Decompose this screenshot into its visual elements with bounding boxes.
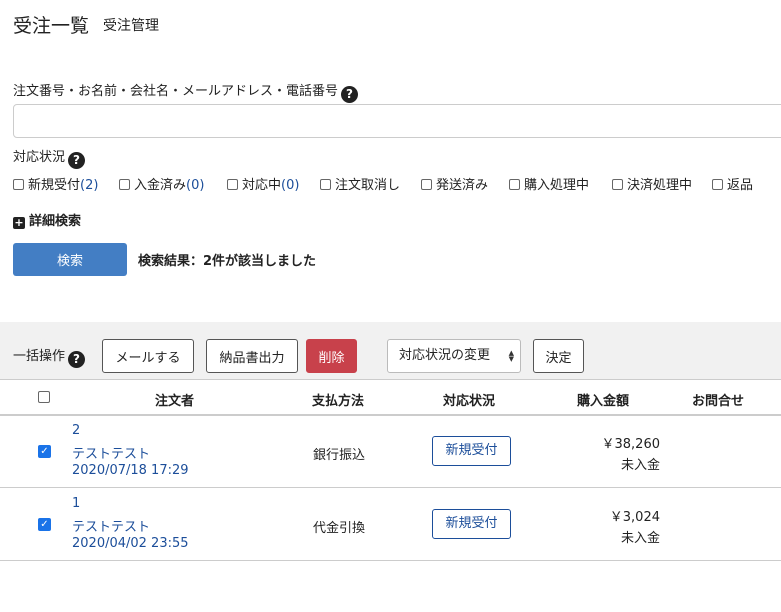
header-payment[interactable]: 支払方法 <box>312 390 364 409</box>
keyword-label: 注文番号・お名前・会社名・メールアドレス・電話番号? <box>13 80 359 103</box>
checkbox[interactable] <box>509 179 520 190</box>
payment-method: 銀行振込 <box>313 448 366 463</box>
search-button[interactable]: 検索 <box>13 243 127 276</box>
status-filter-in-progress[interactable]: 対応中(0) <box>227 174 299 193</box>
header-amount[interactable]: 購入金額 <box>577 390 629 409</box>
order-number-link[interactable]: 2 <box>72 423 80 438</box>
status-filter-cancelled[interactable]: 注文取消し <box>320 174 400 193</box>
checkbox[interactable] <box>119 179 130 190</box>
orders-table: 注文者 支払方法 対応状況 購入金額 お問合せ ✓ 2 テストテスト 2020/… <box>0 379 781 612</box>
header-inquiry: お問合せ <box>692 394 745 409</box>
status-filter-new[interactable]: 新規受付(2) <box>13 174 98 193</box>
status-filter-returned[interactable]: 返品 <box>712 174 753 193</box>
help-icon[interactable]: ? <box>341 86 359 103</box>
checkbox[interactable] <box>712 179 723 190</box>
page-title: 受注一覧 <box>13 15 90 37</box>
delete-button[interactable]: 削除 <box>306 339 357 373</box>
select-all-checkbox[interactable] <box>38 391 50 403</box>
checkbox[interactable] <box>13 179 24 190</box>
status-change-select[interactable]: 対応状況の変更 ▲ ▼ <box>387 339 521 373</box>
detail-search-toggle[interactable]: + 詳細検索 <box>13 210 81 229</box>
send-mail-button[interactable]: メールする <box>102 339 194 373</box>
delivery-slip-button[interactable]: 納品書出力 <box>206 339 298 373</box>
header-orderer[interactable]: 注文者 <box>155 390 194 409</box>
payment-state: 未入金 <box>620 458 660 473</box>
select-arrows-icon: ▲ ▼ <box>508 349 514 363</box>
checkbox[interactable] <box>320 179 331 190</box>
plus-icon: + <box>13 216 25 229</box>
bulk-action-bar: 一括操作? メールする 納品書出力 削除 対応状況の変更 ▲ ▼ 決定 <box>0 322 781 379</box>
status-badge[interactable]: 新規受付 <box>432 436 511 466</box>
status-badge[interactable]: 新規受付 <box>432 509 511 539</box>
table-row: ✓ 2 テストテスト 2020/07/18 17:29 銀行振込 新規受付 ￥3… <box>0 416 781 488</box>
checkbox[interactable] <box>421 179 432 190</box>
decide-button[interactable]: 決定 <box>533 339 584 373</box>
page-subtitle: 受注管理 <box>103 18 159 34</box>
table-row: ✓ 1 テストテスト 2020/04/02 23:55 代金引換 新規受付 ￥3… <box>0 489 781 561</box>
orderer-link[interactable]: テストテスト <box>72 516 150 535</box>
status-filter-payment-processing[interactable]: 決済処理中 <box>612 174 692 193</box>
keyword-search-input[interactable] <box>13 104 781 138</box>
payment-state: 未入金 <box>620 531 660 546</box>
status-filter-shipped[interactable]: 発送済み <box>421 174 488 193</box>
table-header: 注文者 支払方法 対応状況 購入金額 お問合せ <box>0 379 781 416</box>
help-icon[interactable]: ? <box>68 351 86 368</box>
page-header: 受注一覧 受注管理 <box>0 0 781 50</box>
checkbox[interactable] <box>612 179 623 190</box>
bulk-label: 一括操作? <box>13 345 86 368</box>
search-result-text: 検索結果：2件が該当しました <box>138 254 317 269</box>
row-checkbox[interactable]: ✓ <box>38 518 51 531</box>
amount: ￥38,260 <box>601 437 661 452</box>
order-date-link[interactable]: 2020/04/02 23:55 <box>72 536 189 551</box>
amount: ￥3,024 <box>609 510 660 525</box>
help-icon[interactable]: ? <box>68 152 86 169</box>
orderer-link[interactable]: テストテスト <box>72 443 150 462</box>
order-number-link[interactable]: 1 <box>72 496 80 511</box>
order-date-link[interactable]: 2020/07/18 17:29 <box>72 463 189 478</box>
status-label: 対応状況? <box>13 146 86 169</box>
status-filter-paid[interactable]: 入金済み(0) <box>119 174 204 193</box>
checkbox[interactable] <box>227 179 238 190</box>
header-status[interactable]: 対応状況 <box>443 390 495 409</box>
payment-method: 代金引換 <box>313 521 366 536</box>
status-filter-purchasing[interactable]: 購入処理中 <box>509 174 589 193</box>
row-checkbox[interactable]: ✓ <box>38 445 51 458</box>
